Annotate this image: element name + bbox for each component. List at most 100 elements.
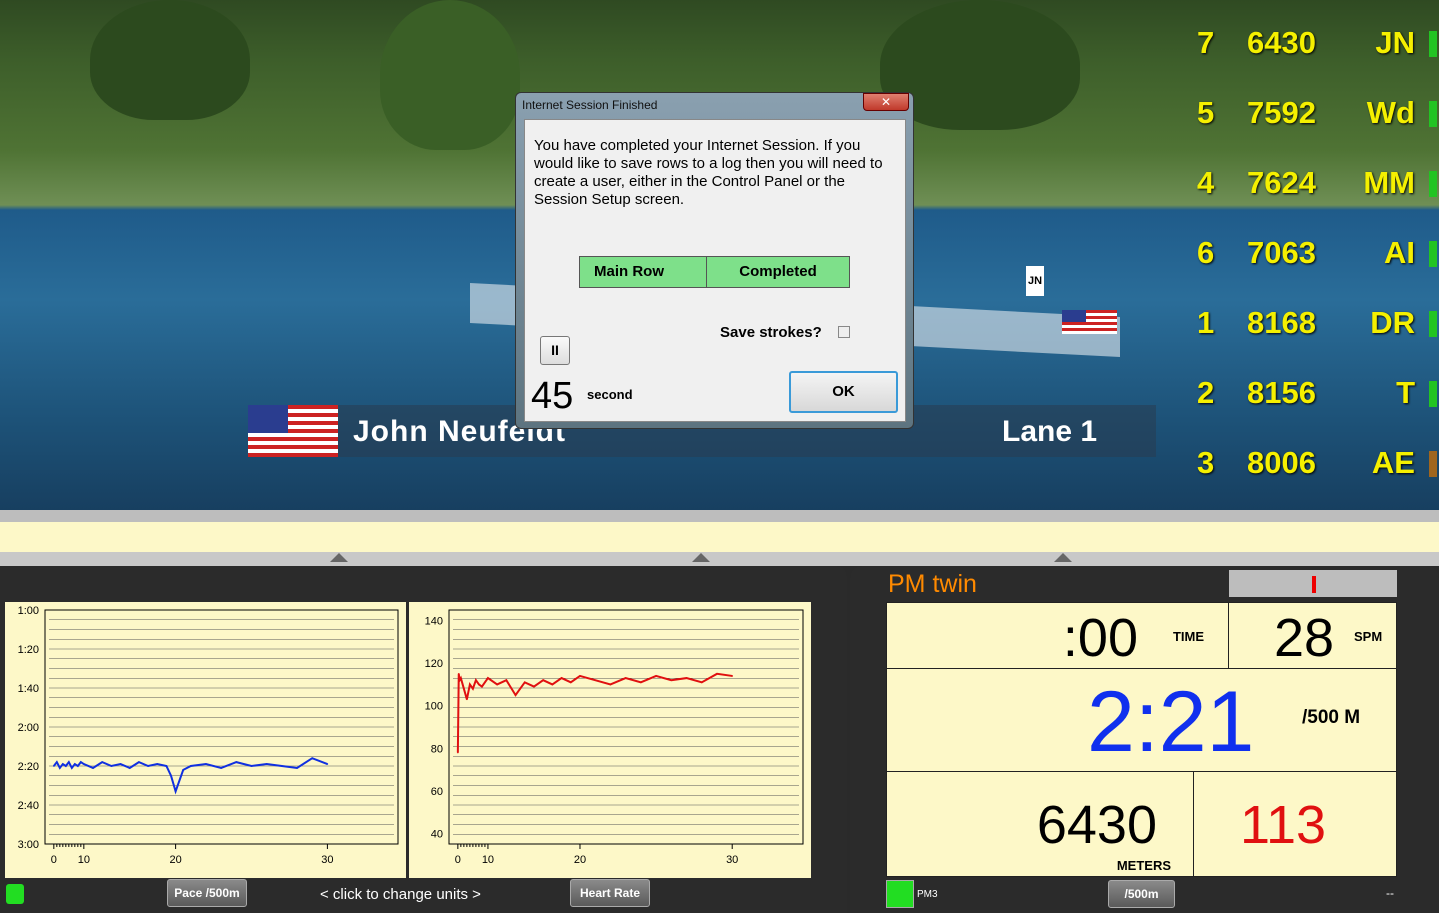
time-value: :00	[1062, 608, 1138, 668]
data-point	[478, 683, 480, 686]
monitor-title: PM twin	[888, 570, 977, 598]
pace-chart: 1:00 1:20 1:40 2:00 2:20 2:40 3:00 0 10 20 30	[5, 602, 406, 878]
y-tick-label: 140	[425, 616, 443, 628]
heart-rate-value: 113	[1240, 795, 1327, 855]
data-point	[156, 763, 159, 765]
status-cell-state: Completed	[707, 257, 849, 287]
data-point	[77, 765, 79, 767]
meters: 7624	[1247, 165, 1316, 200]
signal-indicator	[1229, 570, 1397, 597]
color-marker	[1429, 451, 1437, 477]
data-point	[505, 679, 508, 681]
initials: MM	[1363, 165, 1415, 200]
status-cell-task: Main Row	[580, 257, 707, 287]
spm-cell: 28 SPM	[1228, 602, 1397, 669]
y-tick-label: 3:00	[18, 839, 39, 851]
dialog-title: Internet Session Finished	[522, 98, 658, 112]
y-tick-label: 60	[431, 786, 443, 798]
expand-arrow-icon[interactable]	[1054, 553, 1072, 562]
data-point	[609, 683, 612, 686]
ok-button[interactable]: OK	[789, 371, 898, 413]
pause-button[interactable]: II	[540, 336, 570, 365]
meters: 8006	[1247, 445, 1316, 480]
meters-cell: 6430 METERS	[886, 771, 1194, 877]
monitor-status: --	[1386, 886, 1394, 900]
pace-cell: 2:21 /500 M	[886, 668, 1397, 772]
data-point	[716, 673, 718, 675]
expand-arrow-icon[interactable]	[330, 553, 348, 562]
color-marker	[1429, 311, 1437, 337]
initials: DR	[1370, 305, 1415, 340]
close-button[interactable]: ✕	[863, 93, 909, 111]
meters: 7063	[1247, 235, 1316, 270]
data-point	[655, 675, 657, 677]
data-point	[311, 757, 314, 759]
data-point	[469, 683, 471, 686]
color-marker	[1429, 171, 1437, 197]
pace-units-button[interactable]: Pace /500m	[167, 879, 247, 907]
data-point	[80, 761, 82, 763]
lane-number: 1	[1197, 305, 1215, 340]
lane-number: 3	[1197, 445, 1215, 480]
splitter[interactable]	[0, 552, 1439, 566]
session-finished-dialog: Internet Session Finished ✕ You have com…	[515, 92, 914, 429]
device-status-led	[886, 880, 914, 908]
data-point	[182, 769, 184, 771]
x-tick-label: 10	[78, 854, 90, 866]
lane-number: 6	[1197, 235, 1215, 270]
pace-unit: /500 M	[1302, 707, 1361, 728]
data-point	[685, 677, 688, 679]
leaderboard-row: 5 7592 Wd	[1197, 95, 1437, 135]
pace-value: 2:21	[1087, 674, 1255, 770]
heart-rate-button[interactable]: Heart Rate	[570, 879, 650, 907]
y-tick-label: 80	[431, 743, 443, 755]
x-tick-label: 0	[455, 854, 461, 866]
save-strokes-checkbox[interactable]	[838, 326, 850, 338]
message-bar	[0, 522, 1439, 552]
time-cell: :00 TIME	[886, 602, 1229, 669]
spm-label: SPM	[1354, 629, 1383, 644]
leaderboard-row: 6 7063 AI	[1197, 235, 1437, 275]
data-point	[250, 765, 253, 767]
divider	[0, 510, 1439, 522]
x-tick-label: 20	[574, 854, 586, 866]
leaderboard-row: 1 8168 DR	[1197, 305, 1437, 345]
data-point	[496, 683, 498, 686]
data-point	[83, 763, 85, 765]
leaderboard-row: 2 8156 T	[1197, 375, 1437, 415]
data-point	[457, 673, 460, 675]
expand-arrow-icon[interactable]	[692, 553, 710, 562]
leaderboard-row: 3 8006 AE	[1197, 445, 1437, 485]
data-point	[700, 681, 703, 684]
data-point	[110, 765, 113, 767]
series-line	[456, 672, 733, 753]
chart-svg: 40 60 80 100 120 140 0 10 20 30	[425, 609, 804, 866]
save-strokes-label: Save strokes?	[720, 324, 822, 341]
time-label: TIME	[1172, 629, 1204, 644]
x-tick-label: 10	[482, 854, 494, 866]
data-point	[165, 765, 168, 767]
data-point	[56, 761, 58, 763]
change-units-hint[interactable]: < click to change units >	[320, 886, 481, 903]
heart-rate-chart: 40 60 80 100 120 140 0 10 20 30	[409, 602, 811, 878]
data-point	[670, 679, 673, 681]
data-point	[128, 767, 131, 769]
data-point	[74, 763, 76, 765]
device-label: PM3	[917, 889, 938, 900]
data-point	[265, 763, 268, 765]
y-tick-label: 1:20	[18, 644, 39, 656]
y-tick-label: 120	[425, 658, 443, 670]
countdown-value: 45	[531, 375, 574, 417]
lane-number: 2	[1197, 375, 1215, 410]
data-point	[296, 767, 298, 769]
data-point	[65, 765, 67, 767]
data-point	[205, 763, 207, 765]
color-marker	[1429, 241, 1437, 267]
lane-number: 7	[1197, 25, 1215, 60]
countdown-unit: second	[587, 387, 633, 402]
monitor-units-button[interactable]: /500m	[1108, 880, 1175, 908]
x-tick-label: 20	[169, 854, 181, 866]
meters-label: METERS	[1116, 858, 1171, 873]
data-point	[731, 675, 733, 677]
data-point	[62, 763, 64, 765]
